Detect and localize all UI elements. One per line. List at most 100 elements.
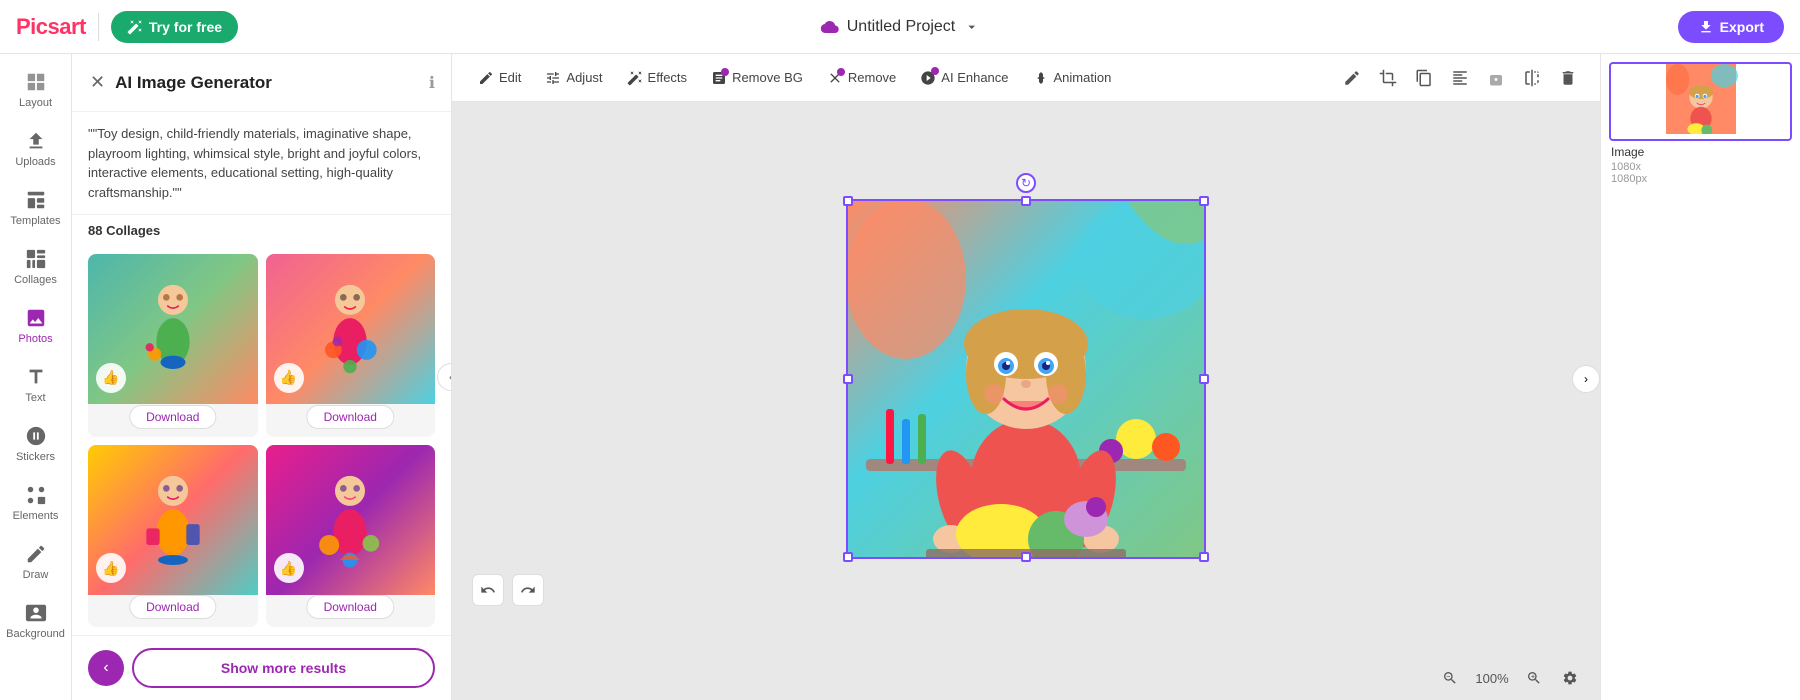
remove-bg-dot <box>721 68 729 76</box>
download-button-2[interactable]: Download <box>307 405 394 429</box>
chevron-down-icon[interactable] <box>963 19 979 35</box>
download-button-1[interactable]: Download <box>129 405 216 429</box>
effects-button[interactable]: Effects <box>617 64 698 92</box>
animation-icon <box>1033 70 1049 86</box>
undo-icon <box>480 582 496 598</box>
sidebar-item-stickers[interactable]: Stickers <box>4 416 68 471</box>
try-for-free-button[interactable]: Try for free <box>111 11 238 43</box>
layer-visibility-button[interactable]: 👁 <box>1769 68 1786 84</box>
zoom-level: 100% <box>1472 671 1512 686</box>
image-card-1[interactable]: 👍 Download <box>88 254 258 437</box>
ai-enhance-button[interactable]: AI Enhance <box>910 64 1018 92</box>
remove-bg-button[interactable]: Remove BG <box>701 64 813 92</box>
canvas-image[interactable] <box>846 199 1206 559</box>
flip-button[interactable] <box>1516 62 1548 94</box>
zoom-in-icon <box>1526 670 1542 686</box>
left-panel: ✕ AI Image Generator ℹ ""Toy design, chi… <box>72 54 452 700</box>
topbar: Picsart Try for free Untitled Project Ex… <box>0 0 1800 54</box>
sidebar-label-templates: Templates <box>10 215 60 227</box>
right-panel: 👁 Image 1080x1080px <box>1600 54 1800 700</box>
like-button-4[interactable]: 👍 <box>274 553 304 583</box>
sidebar-item-collages[interactable]: Collages <box>4 239 68 294</box>
align-button[interactable] <box>1444 62 1476 94</box>
effects-icon <box>627 70 643 86</box>
canvas-settings-button[interactable] <box>1556 664 1584 692</box>
undo-button[interactable] <box>472 574 504 606</box>
download-button-3[interactable]: Download <box>129 595 216 619</box>
animation-button[interactable]: Animation <box>1023 64 1122 92</box>
undo-redo-area <box>472 574 544 606</box>
crop-button[interactable] <box>1372 62 1404 94</box>
draw-icon <box>24 542 48 566</box>
images-grid: 👍 Download <box>72 246 451 635</box>
rotate-handle[interactable]: ↻ <box>1016 173 1036 193</box>
logo-text: Picsart <box>16 14 86 40</box>
crop-icon <box>1379 69 1397 87</box>
like-button-2[interactable]: 👍 <box>274 363 304 393</box>
child-image-3 <box>133 470 213 570</box>
export-button[interactable]: Export <box>1678 11 1784 43</box>
panel-title-row: ✕ AI Image Generator <box>88 70 272 95</box>
panel-close-button[interactable]: ✕ <box>88 70 107 95</box>
ai-enhance-icon-wrap <box>920 70 936 86</box>
sidebar-item-text[interactable]: Text <box>4 357 68 412</box>
project-title[interactable]: Untitled Project <box>847 18 956 36</box>
sidebar-item-layout[interactable]: Layout <box>4 62 68 117</box>
canvas-frame: ↻ <box>846 199 1206 559</box>
back-button[interactable]: ‹ <box>88 650 124 686</box>
cloud-icon <box>821 18 839 36</box>
sidebar-label-text: Text <box>25 392 45 404</box>
sidebar-item-uploads[interactable]: Uploads <box>4 121 68 176</box>
panel-info-button[interactable]: ℹ <box>429 73 435 93</box>
sidebar-item-templates[interactable]: Templates <box>4 180 68 235</box>
like-button-1[interactable]: 👍 <box>96 363 126 393</box>
sidebar-item-background[interactable]: Background <box>4 593 68 648</box>
pen-tool-button[interactable] <box>1336 62 1368 94</box>
like-button-3[interactable]: 👍 <box>96 553 126 583</box>
panel-header: ✕ AI Image Generator ℹ <box>72 54 451 112</box>
layer-thumb-image <box>1611 64 1791 134</box>
image-card-4[interactable]: 👍 Download <box>266 445 436 628</box>
panel-prompt: ""Toy design, child-friendly materials, … <box>72 112 451 215</box>
layer-name: Image <box>1609 141 1792 159</box>
zoom-out-button[interactable] <box>1436 664 1464 692</box>
topbar-right: Export <box>1678 11 1784 43</box>
canvas-viewport: › <box>452 102 1600 656</box>
redo-button[interactable] <box>512 574 544 606</box>
download-button-4[interactable]: Download <box>307 595 394 619</box>
child-image-4 <box>310 470 390 570</box>
panel-title: AI Image Generator <box>115 73 272 93</box>
delete-button[interactable] <box>1552 62 1584 94</box>
remove-bg-icon-wrap <box>711 70 727 86</box>
layer-thumbnail[interactable]: 👁 <box>1609 62 1792 141</box>
toolbar: Edit Adjust Effects Remove BG <box>452 54 1600 102</box>
collages-icon <box>24 247 48 271</box>
show-more-button[interactable]: Show more results <box>132 648 435 688</box>
zoom-out-icon <box>1442 670 1458 686</box>
magic-wand-icon <box>127 19 143 35</box>
sidebar-item-photos[interactable]: Photos <box>4 298 68 353</box>
stickers-icon <box>24 424 48 448</box>
edit-button[interactable]: Edit <box>468 64 531 92</box>
remove-button[interactable]: Remove <box>817 64 906 92</box>
topbar-divider <box>98 13 99 41</box>
sidebar-item-elements[interactable]: Elements <box>4 475 68 530</box>
sidebar-item-draw[interactable]: Draw <box>4 534 68 589</box>
lock-button[interactable] <box>1480 62 1512 94</box>
canvas-area: Edit Adjust Effects Remove BG <box>452 54 1600 700</box>
elements-icon <box>24 483 48 507</box>
sidebar-label-photos: Photos <box>18 333 52 345</box>
redo-icon <box>520 582 536 598</box>
image-card-3[interactable]: 👍 Download <box>88 445 258 628</box>
expand-right-button[interactable]: › <box>1572 365 1600 393</box>
image-card-2[interactable]: 👍 Download <box>266 254 436 437</box>
layer-item: 👁 Image 1080x1080px <box>1609 62 1792 187</box>
logo-area: Picsart <box>16 14 86 40</box>
duplicate-button[interactable] <box>1408 62 1440 94</box>
text-icon <box>24 365 48 389</box>
zoom-in-button[interactable] <box>1520 664 1548 692</box>
layout-icon <box>24 70 48 94</box>
duplicate-icon <box>1415 69 1433 87</box>
adjust-button[interactable]: Adjust <box>535 64 612 92</box>
ai-enhance-dot <box>931 67 939 75</box>
